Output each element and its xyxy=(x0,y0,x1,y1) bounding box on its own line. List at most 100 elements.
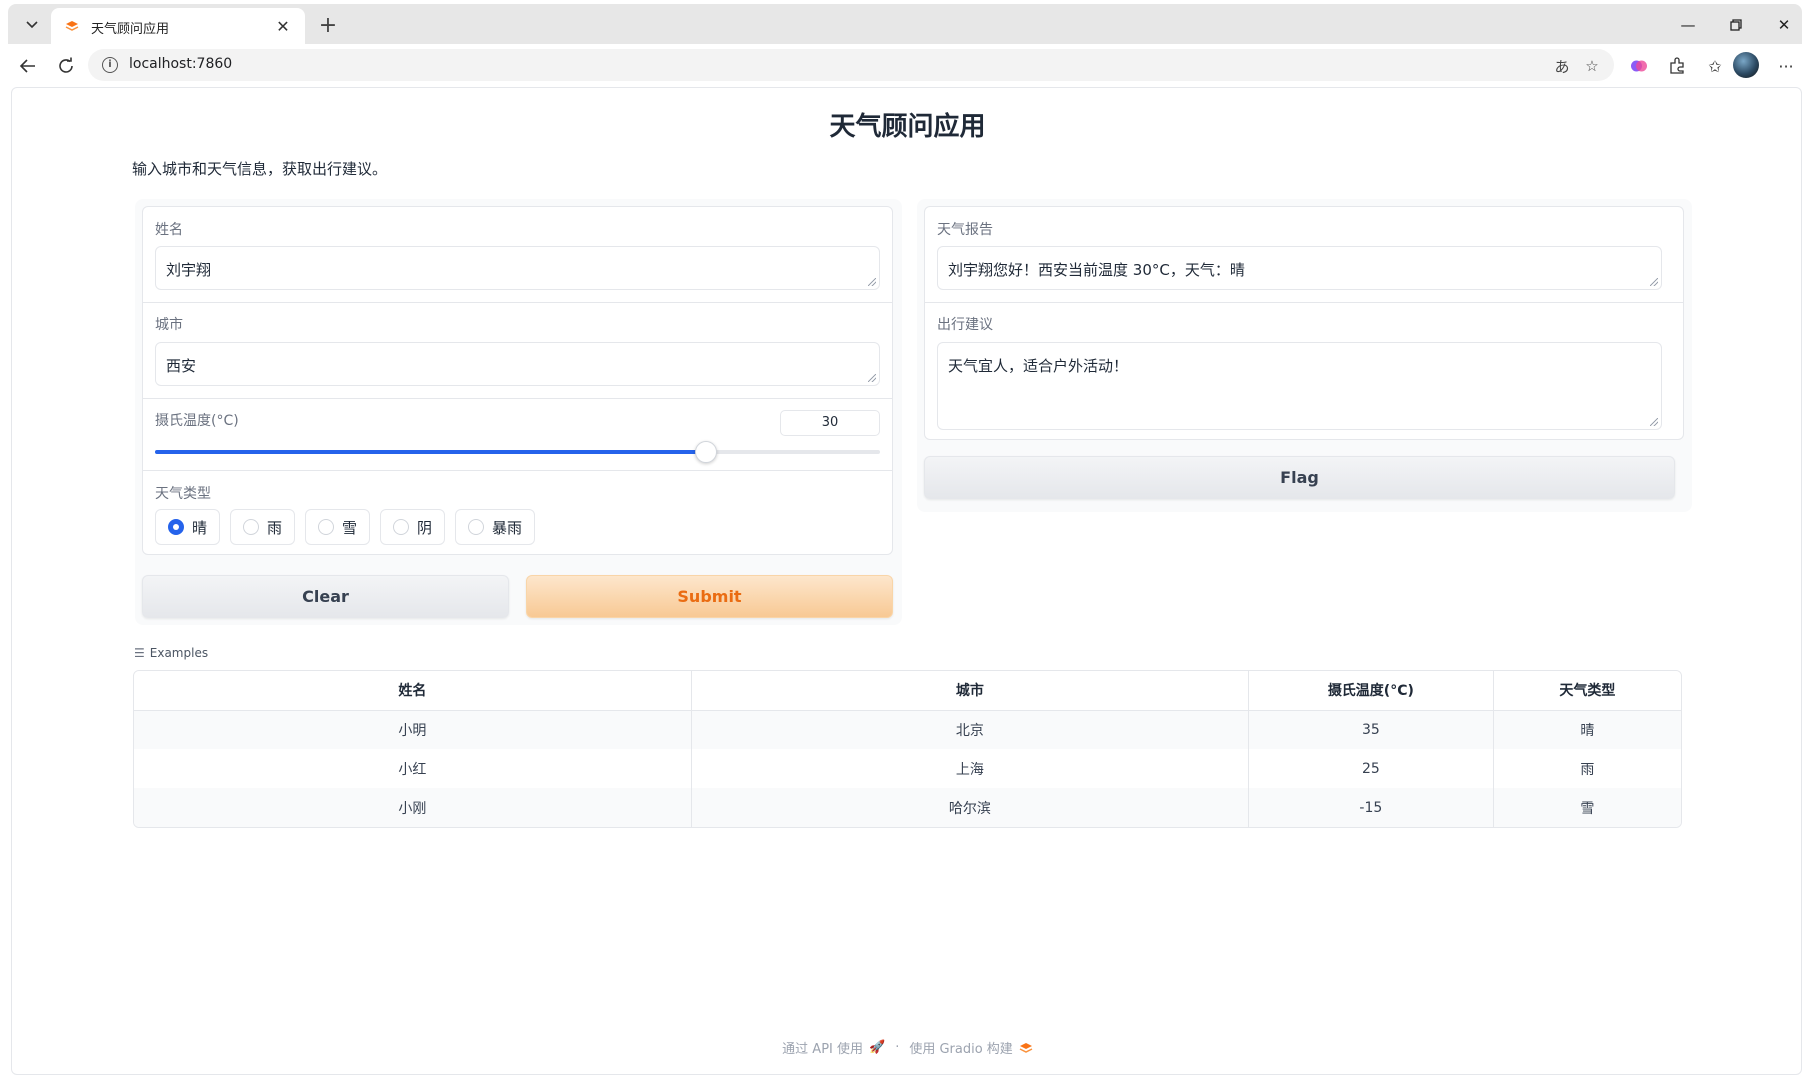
avatar[interactable] xyxy=(1733,52,1759,78)
gradio-link[interactable]: 使用 Gradio 构建 xyxy=(909,1038,1012,1057)
temp-slider-thumb[interactable] xyxy=(695,441,717,463)
report-value: 刘宇翔您好！西安当前温度 30°C，天气：晴 xyxy=(948,261,1245,279)
weather-option-storm[interactable]: 暴雨 xyxy=(455,509,536,545)
weather-label: 天气类型 xyxy=(155,486,211,502)
table-header: 天气类型 xyxy=(1493,671,1681,711)
table-cell: 雪 xyxy=(1493,788,1681,827)
resize-handle-icon[interactable] xyxy=(868,278,876,286)
weather-option-label: 雨 xyxy=(267,518,283,537)
weather-option-snow[interactable]: 雪 xyxy=(305,509,371,545)
table-header: 姓名 xyxy=(134,671,692,711)
flag-button[interactable]: Flag xyxy=(924,456,1675,499)
close-window-icon[interactable]: ✕ xyxy=(1766,12,1802,38)
advice-label: 出行建议 xyxy=(937,317,993,333)
weather-option-label: 阴 xyxy=(417,518,433,537)
resize-handle-icon[interactable] xyxy=(868,374,876,382)
temp-label: 摄氏温度(°C) xyxy=(155,413,239,429)
gradio-logo-icon xyxy=(65,21,79,31)
translate-icon[interactable]: あ xyxy=(1551,55,1573,77)
list-icon: ☰ xyxy=(134,646,145,660)
temp-number-input[interactable]: 30 xyxy=(780,410,880,436)
table-cell: 小明 xyxy=(134,710,692,749)
table-cell: 35 xyxy=(1248,710,1494,749)
minimize-icon[interactable]: — xyxy=(1670,12,1706,38)
clear-button[interactable]: Clear xyxy=(142,575,509,618)
weather-option-rain[interactable]: 雨 xyxy=(230,509,296,545)
nav-bar: i localhost:7860 あ ☆ ✩ ··· xyxy=(8,44,1802,87)
resize-handle-icon[interactable] xyxy=(1650,278,1658,286)
weather-option-sunny[interactable]: 晴 xyxy=(155,509,221,545)
table-cell: 雨 xyxy=(1580,761,1595,778)
weather-option-label: 雪 xyxy=(342,518,358,537)
table-row[interactable]: 小明 北京 35 晴 xyxy=(134,710,1681,749)
advice-output[interactable]: 天气宜人，适合户外活动！ xyxy=(937,342,1662,430)
report-output[interactable]: 刘宇翔您好！西安当前温度 30°C，天气：晴 xyxy=(937,246,1662,290)
table-cell: 25 xyxy=(1248,749,1494,788)
footer-separator: · xyxy=(895,1040,900,1055)
new-tab-button[interactable]: + xyxy=(314,11,342,39)
address-bar[interactable]: i localhost:7860 あ ☆ xyxy=(88,49,1614,81)
temp-slider[interactable] xyxy=(155,441,880,463)
name-input[interactable]: 刘宇翔 xyxy=(155,246,880,290)
browser-tab[interactable]: 天气顾问应用 ✕ xyxy=(51,8,305,44)
radio-button[interactable] xyxy=(168,519,184,535)
tab-title: 天气顾问应用 xyxy=(91,22,170,37)
radio-button[interactable] xyxy=(243,519,259,535)
input-panel: 姓名 刘宇翔 城市 西安 摄氏温度(°C) 30 天气类型 晴 雨 雪 阴 暴雨… xyxy=(135,199,902,625)
page-description: 输入城市和天气信息，获取出行建议。 xyxy=(132,160,388,178)
weather-option-cloudy[interactable]: 阴 xyxy=(380,509,446,545)
weather-radio-group: 晴 雨 雪 阴 暴雨 xyxy=(155,509,880,545)
site-info-icon[interactable]: i xyxy=(102,57,118,73)
close-tab-icon[interactable]: ✕ xyxy=(271,14,295,38)
examples-table: 姓名 城市 摄氏温度(°C) 天气类型 小明 北京 35 晴 小红 上海 25 xyxy=(133,670,1682,828)
divider xyxy=(143,398,892,399)
city-label: 城市 xyxy=(155,317,183,333)
table-cell: 晴 xyxy=(1493,710,1681,749)
radio-button[interactable] xyxy=(468,519,484,535)
name-value: 刘宇翔 xyxy=(166,261,212,279)
advice-value: 天气宜人，适合户外活动！ xyxy=(948,357,1129,375)
input-form: 姓名 刘宇翔 城市 西安 摄氏温度(°C) 30 天气类型 晴 雨 雪 阴 暴雨 xyxy=(142,206,893,555)
weather-option-label: 晴 xyxy=(192,518,208,537)
reload-icon[interactable] xyxy=(52,52,80,80)
resize-handle-icon[interactable] xyxy=(1650,418,1658,426)
temp-slider-fill xyxy=(155,450,706,454)
api-link[interactable]: 通过 API 使用 xyxy=(782,1038,863,1057)
favorites-icon[interactable]: ✩ xyxy=(1701,52,1729,80)
table-row[interactable]: 小刚 哈尔滨 -15 雪 xyxy=(134,788,1681,827)
rocket-icon: 🚀 xyxy=(869,1040,886,1055)
tab-bar: 天气顾问应用 ✕ + — ✕ xyxy=(8,4,1802,44)
divider xyxy=(143,302,892,303)
table-cell: 上海 xyxy=(691,749,1250,788)
table-cell: 小红 xyxy=(134,749,692,788)
submit-button[interactable]: Submit xyxy=(526,575,893,618)
table-cell: 小刚 xyxy=(134,788,692,827)
divider xyxy=(143,470,892,471)
more-menu-icon[interactable]: ··· xyxy=(1772,52,1800,80)
table-row[interactable]: 小红 上海 25 雨 xyxy=(134,749,1681,788)
table-cell: 哈尔滨 xyxy=(691,788,1250,827)
tab-list-button[interactable] xyxy=(15,9,49,39)
table-header: 城市 xyxy=(691,671,1250,711)
url-text: localhost:7860 xyxy=(129,56,233,72)
radio-button[interactable] xyxy=(318,519,334,535)
extensions-icon[interactable] xyxy=(1663,52,1691,80)
favorite-star-icon[interactable]: ☆ xyxy=(1581,55,1603,77)
city-value: 西安 xyxy=(166,357,197,375)
footer: 通过 API 使用 🚀 · 使用 Gradio 构建 xyxy=(12,1038,1803,1057)
examples-label: Examples xyxy=(149,646,209,660)
table-header-row: 姓名 城市 摄氏温度(°C) 天气类型 xyxy=(134,671,1681,711)
name-label: 姓名 xyxy=(155,222,183,238)
copilot-icon[interactable] xyxy=(1625,52,1653,80)
chevron-down-icon xyxy=(26,21,38,29)
table-header: 摄氏温度(°C) xyxy=(1248,671,1494,711)
restore-icon[interactable] xyxy=(1718,12,1754,38)
gradio-logo-icon xyxy=(1019,1042,1033,1053)
output-form: 天气报告 刘宇翔您好！西安当前温度 30°C，天气：晴 出行建议 天气宜人，适合… xyxy=(924,206,1684,440)
browser-chrome: 天气顾问应用 ✕ + — ✕ i localhost:7860 あ ☆ ✩ ··… xyxy=(0,0,1810,87)
radio-button[interactable] xyxy=(393,519,409,535)
report-label: 天气报告 xyxy=(937,222,993,238)
back-icon[interactable] xyxy=(14,52,42,80)
gradio-app: 天气顾问应用 输入城市和天气信息，获取出行建议。 姓名 刘宇翔 城市 西安 摄氏… xyxy=(11,87,1802,1075)
city-input[interactable]: 西安 xyxy=(155,342,880,386)
